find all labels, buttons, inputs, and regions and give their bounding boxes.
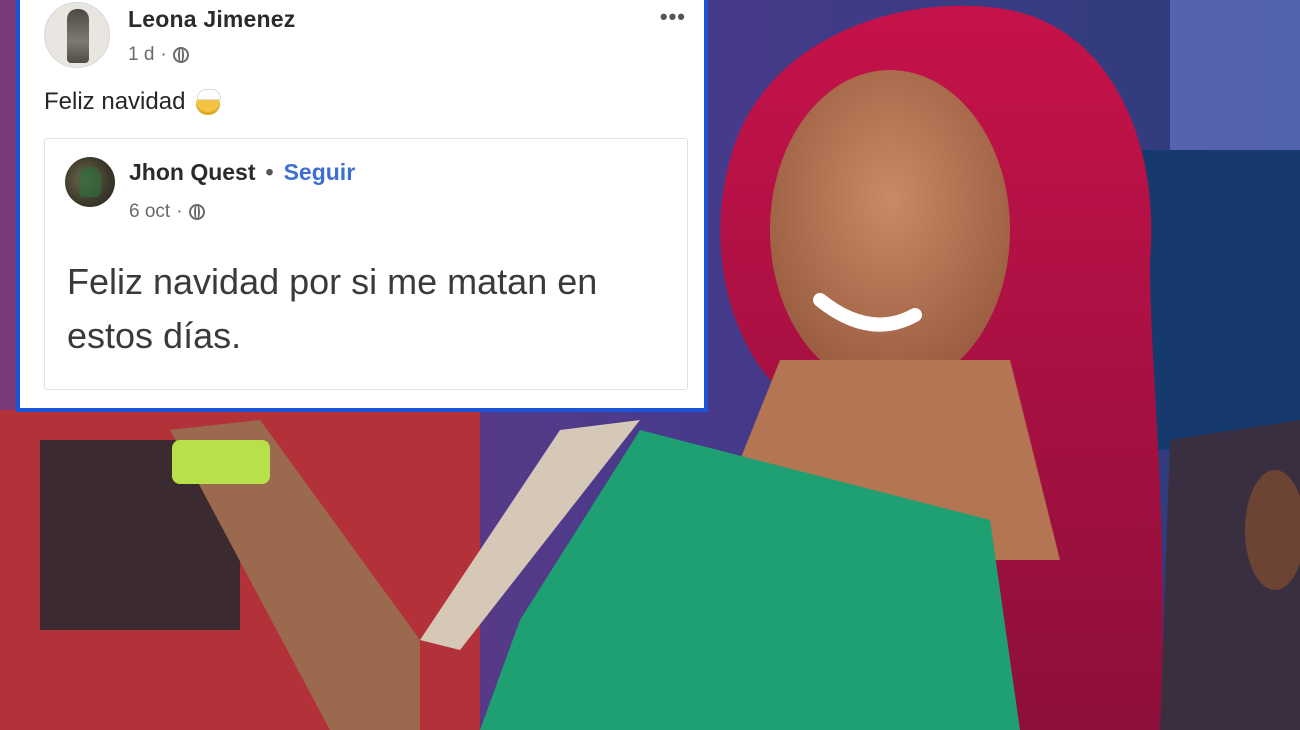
santa-emoji-icon	[193, 89, 223, 115]
shared-post-text: Feliz navidad por si me matan en estos d…	[67, 261, 598, 356]
facebook-post-card: Leona Jimenez 1 d · ••• Feliz navidad Jh…	[16, 0, 708, 412]
follow-button[interactable]: Seguir	[284, 159, 356, 186]
shared-post-meta: 6 oct ·	[129, 201, 205, 223]
shared-post[interactable]: Jhon Quest • Seguir 6 oct · Feliz navida…	[44, 138, 688, 390]
name-separator: •	[265, 159, 274, 185]
post-text: Feliz navidad	[44, 88, 186, 115]
post-author-name[interactable]: Leona Jimenez	[128, 6, 296, 33]
post-meta: 1 d ·	[128, 44, 189, 66]
post-body: Feliz navidad	[44, 88, 223, 116]
globe-icon	[188, 204, 205, 220]
more-options-icon[interactable]: •••	[660, 4, 686, 30]
globe-icon	[172, 47, 189, 63]
post-timestamp[interactable]: 1 d	[128, 44, 154, 66]
author-avatar[interactable]	[44, 2, 110, 68]
shared-meta-separator: ·	[176, 201, 183, 222]
shared-author-name[interactable]: Jhon Quest	[129, 159, 256, 186]
shared-post-header: Jhon Quest • Seguir	[129, 159, 355, 186]
meta-separator: ·	[160, 44, 167, 65]
shared-post-timestamp[interactable]: 6 oct	[129, 201, 170, 223]
shared-author-avatar[interactable]	[65, 157, 115, 207]
